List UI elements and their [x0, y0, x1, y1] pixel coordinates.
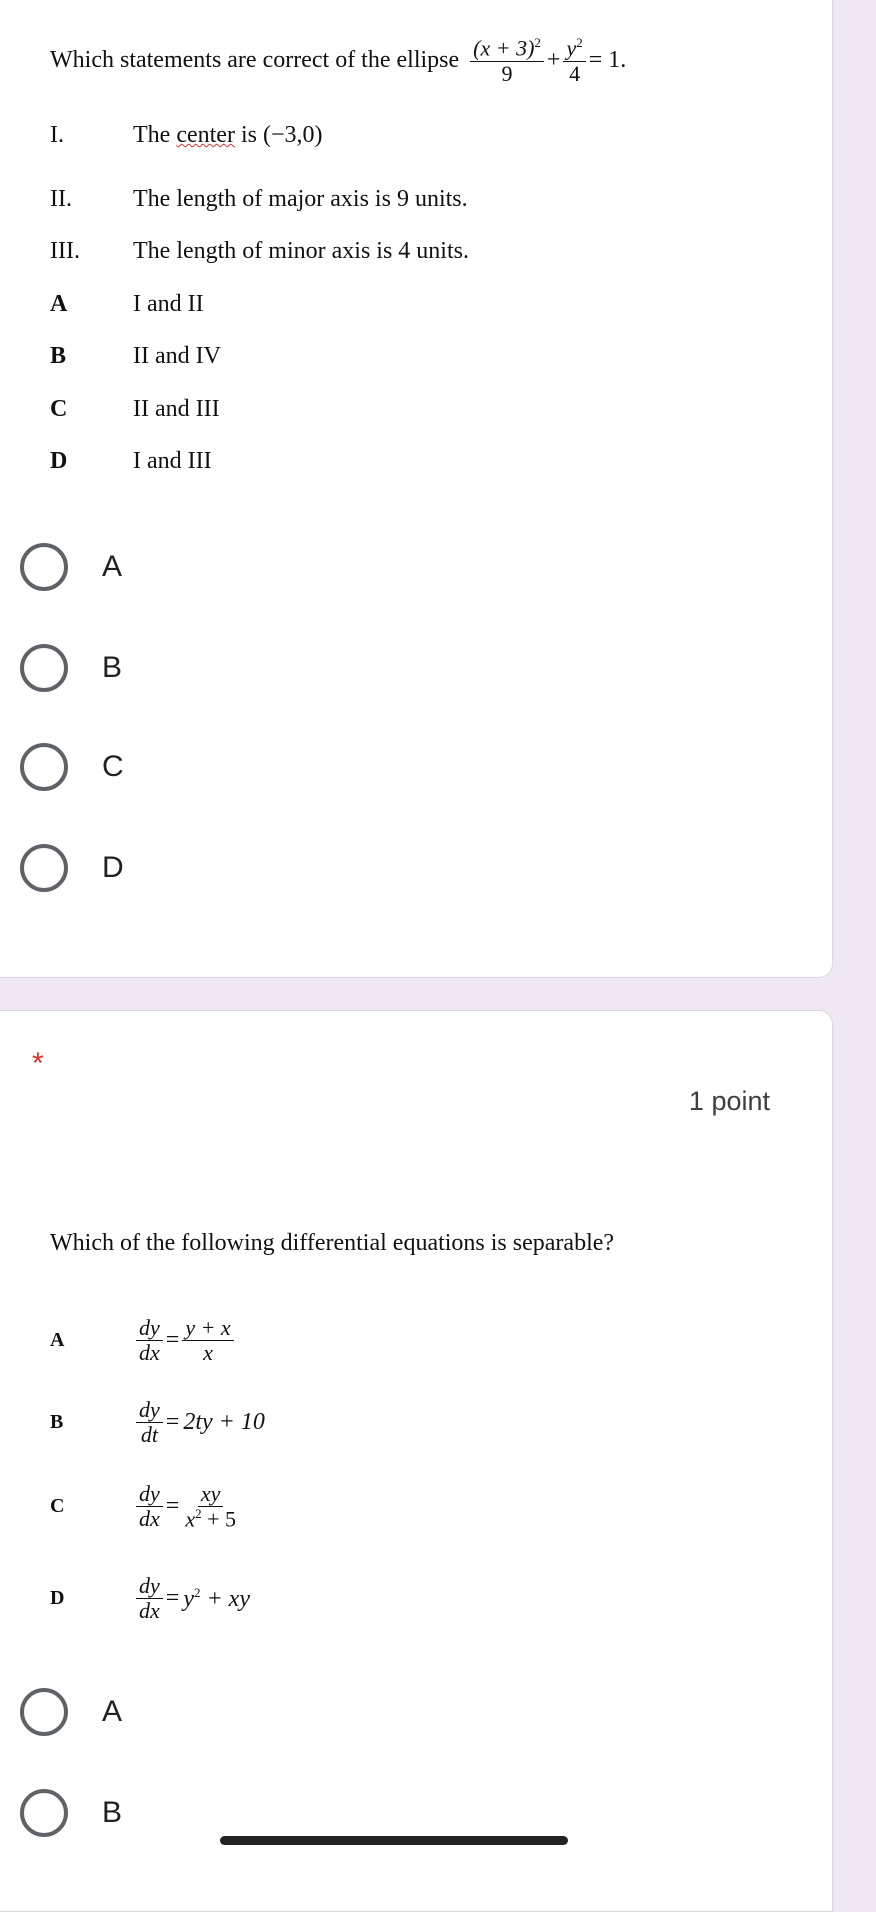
q1-radio-b[interactable]: B [20, 644, 122, 692]
lhs-num: dy [136, 1397, 163, 1424]
lhs-num: dy [136, 1315, 163, 1342]
q2-prompt: Which of the following differential equa… [50, 1230, 615, 1256]
q1-prompt-text: Which statements are correct of the elli… [50, 47, 460, 74]
statement-numeral: III. [50, 238, 80, 264]
equals: = [165, 1409, 180, 1436]
statement-3: III. The length of minor axis is 4 units. [50, 238, 469, 265]
lhs-den: dx [139, 1598, 160, 1624]
eq-num2-exp: 2 [576, 35, 583, 50]
home-indicator-bar[interactable] [220, 1836, 568, 1845]
choice-b: B II and IV [50, 343, 221, 370]
choice-c: C II and III [50, 396, 220, 423]
choice-letter: D [50, 1587, 65, 1610]
required-asterisk: * [32, 1047, 44, 1080]
radio-label[interactable]: C [102, 750, 124, 784]
eq-rhs: = 1. [588, 47, 627, 74]
choice-letter: C [50, 396, 68, 422]
radio-circle-icon[interactable] [20, 844, 68, 892]
statement-text: The length of major axis is 9 units. [133, 186, 468, 212]
q2-radio-b[interactable]: B [20, 1789, 122, 1837]
radio-label[interactable]: A [102, 550, 122, 584]
eq-num1: (x + 3) [473, 35, 535, 61]
choice-d: D I and III [50, 448, 212, 475]
q2-choice-d: D dy dx = y2 + xy [50, 1573, 250, 1624]
choice-text: II and IV [133, 343, 221, 369]
lhs-den: dt [140, 1422, 158, 1448]
choice-letter: A [50, 291, 68, 317]
equals: = [165, 1327, 180, 1354]
eq-den2: 4 [569, 60, 581, 86]
eq-den1: 9 [501, 60, 513, 86]
statement-text: The [133, 122, 177, 148]
q2-choice-b: B dy dt = 2ty + 10 [50, 1397, 265, 1448]
eq-num1-exp: 2 [534, 35, 541, 50]
rhs-rest: + xy [200, 1585, 250, 1612]
choice-letter: D [50, 448, 68, 474]
q1-radio-c[interactable]: C [20, 743, 124, 791]
choice-text: II and III [133, 396, 220, 422]
statement-numeral: I. [50, 122, 64, 148]
rhs: 2ty + 10 [183, 1409, 265, 1436]
radio-circle-icon[interactable] [20, 1789, 68, 1837]
choice-letter: A [50, 1329, 65, 1352]
points-label: 1 point [688, 1086, 770, 1116]
equals: = [165, 1585, 180, 1612]
statement-text: is (−3,0) [234, 122, 323, 148]
rhs-den: x [203, 1340, 213, 1366]
radio-label[interactable]: D [102, 851, 124, 885]
q2-radio-a[interactable]: A [20, 1688, 122, 1736]
rhs-num: y + x [182, 1315, 234, 1342]
rhs-den-rest: + 5 [201, 1506, 236, 1532]
rhs-base: y [183, 1585, 194, 1612]
lhs-num: dy [136, 1573, 163, 1600]
statement-text: The length of minor axis is 4 units. [133, 238, 469, 264]
lhs-den: dx [139, 1340, 160, 1366]
choice-letter: B [50, 1411, 64, 1434]
eq-num2: y [566, 35, 577, 61]
q1-prompt: Which statements are correct of the elli… [50, 35, 627, 86]
choice-text: I and II [133, 291, 204, 317]
radio-circle-icon[interactable] [20, 543, 68, 591]
radio-circle-icon[interactable] [20, 743, 68, 791]
lhs-num: dy [136, 1481, 163, 1508]
q1-radio-a[interactable]: A [20, 543, 122, 591]
q2-choice-c: C dy dx = xy x2 + 5 [50, 1481, 242, 1532]
radio-label[interactable]: B [102, 1796, 122, 1830]
choice-a: A I and II [50, 291, 204, 318]
statement-1: I. The center is (−3,0) [50, 122, 322, 149]
choice-text: I and III [133, 448, 212, 474]
choice-letter: B [50, 343, 67, 369]
question-card-2 [0, 1010, 833, 1912]
q2-choice-a: A dy dx = y + xx [50, 1315, 237, 1366]
equals: = [165, 1493, 180, 1520]
statement-2: II. The length of major axis is 9 units. [50, 186, 468, 213]
radio-circle-icon[interactable] [20, 644, 68, 692]
radio-label[interactable]: A [102, 1695, 122, 1729]
rhs-num: xy [197, 1481, 224, 1508]
choice-letter: C [50, 1495, 65, 1518]
lhs-den: dx [139, 1506, 160, 1532]
q1-radio-d[interactable]: D [20, 844, 124, 892]
statement-numeral: II. [50, 186, 72, 212]
radio-circle-icon[interactable] [20, 1688, 68, 1736]
eq-plus: + [546, 47, 561, 74]
radio-label[interactable]: B [102, 651, 122, 685]
ellipse-equation: (x + 3)2 9 + y2 4 = 1. [467, 35, 627, 86]
rhs-den-base: x [185, 1506, 196, 1532]
spellcheck-flagged-word: center [176, 122, 235, 148]
